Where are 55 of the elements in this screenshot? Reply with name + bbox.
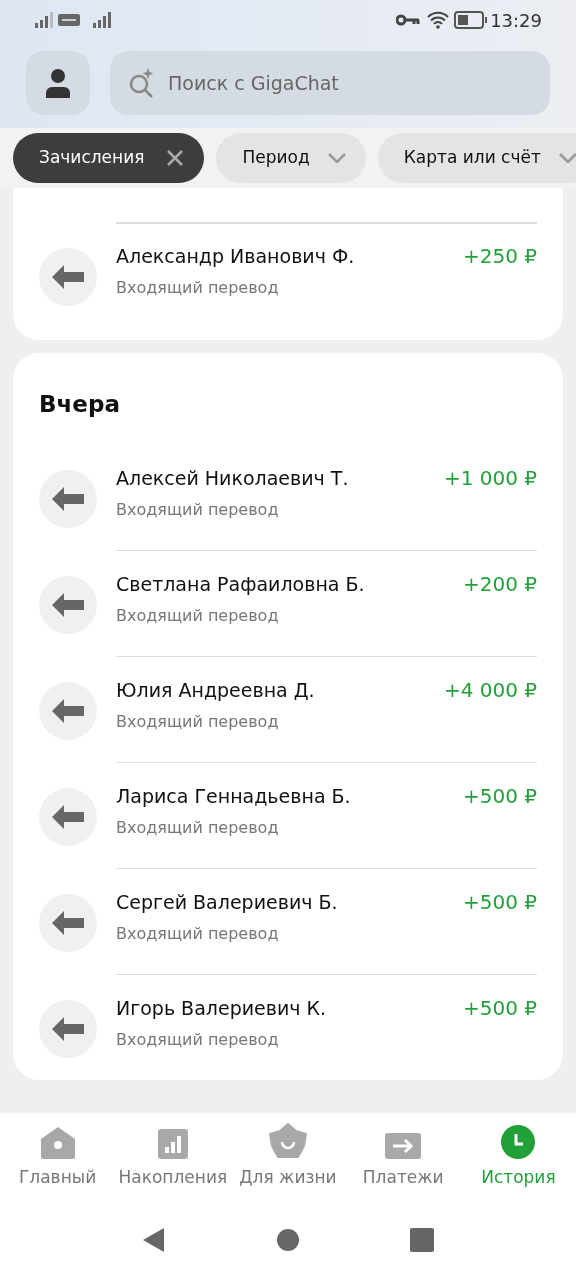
back-icon[interactable]	[142, 1227, 166, 1253]
left-arrow-icon	[52, 1016, 84, 1041]
chevron-down-icon	[558, 153, 576, 163]
key-icon	[396, 14, 421, 26]
transaction-type: Входящий перевод	[116, 499, 279, 520]
signal-icon	[92, 12, 112, 28]
sender-name: Светлана Рафаиловна Б.	[116, 571, 365, 596]
signal-icon	[34, 12, 54, 28]
filter-chip[interactable]: Карта или счёт	[377, 133, 576, 183]
sender-name: Александр Иванович Ф.	[116, 244, 355, 268]
person-icon	[44, 68, 72, 98]
transaction-type: Входящий перевод	[116, 278, 279, 298]
left-arrow-icon	[52, 804, 84, 829]
clock-time: 13:29	[490, 8, 542, 33]
home-circle-icon[interactable]	[276, 1228, 300, 1252]
amount: +250 ₽	[463, 244, 537, 268]
left-arrow-icon	[52, 698, 84, 723]
nav-tab[interactable]: Платежи	[345, 1122, 461, 1191]
sender-name: Лариса Геннадьевна Б.	[116, 783, 351, 808]
amount: +4 000 ₽	[443, 677, 537, 702]
sender-name: Алексей Николаевич Т.	[116, 465, 349, 490]
arrow-right-icon	[385, 1132, 422, 1159]
nav-tab[interactable]: История	[460, 1122, 576, 1191]
transaction-type: Входящий перевод	[116, 817, 279, 838]
section-heading: Вчера	[38, 390, 121, 419]
house-icon	[40, 1126, 75, 1159]
clock-icon	[501, 1124, 536, 1159]
close-icon	[166, 149, 185, 167]
amount: +200 ₽	[463, 571, 537, 596]
amount: +500 ₽	[463, 995, 537, 1020]
sender-name: Сергей Валериевич Б.	[116, 889, 338, 914]
nav-tab[interactable]: Главный	[0, 1122, 116, 1191]
wifi-icon	[426, 11, 451, 29]
battery-icon	[454, 11, 489, 29]
amount: +500 ₽	[463, 783, 537, 808]
nav-tab[interactable]: Накопления	[115, 1122, 231, 1191]
search-field[interactable]: Поиск с GigaChat	[110, 51, 550, 115]
nav-tab[interactable]: Для жизни	[230, 1122, 346, 1191]
transaction-type: Входящий перевод	[116, 923, 279, 944]
profile-button[interactable]	[26, 51, 90, 115]
left-arrow-icon	[52, 910, 84, 935]
bar-chart-icon	[157, 1128, 188, 1159]
left-arrow-icon	[52, 592, 84, 617]
sender-name: Юлия Андреевна Д.	[116, 677, 315, 702]
amount: +500 ₽	[463, 889, 537, 914]
sender-name: Игорь Валериевич К.	[116, 995, 327, 1020]
left-arrow-icon	[52, 265, 84, 289]
chevron-down-icon	[327, 153, 346, 163]
left-arrow-icon	[52, 486, 84, 511]
transaction-type: Входящий перевод	[116, 711, 279, 732]
amount: +1 000 ₽	[443, 465, 537, 490]
filter-chip[interactable]: Период	[216, 133, 366, 183]
transaction-type: Входящий перевод	[116, 605, 279, 626]
transaction-type: Входящий перевод	[116, 1029, 279, 1050]
filter-chip[interactable]: Зачисления	[13, 133, 205, 183]
